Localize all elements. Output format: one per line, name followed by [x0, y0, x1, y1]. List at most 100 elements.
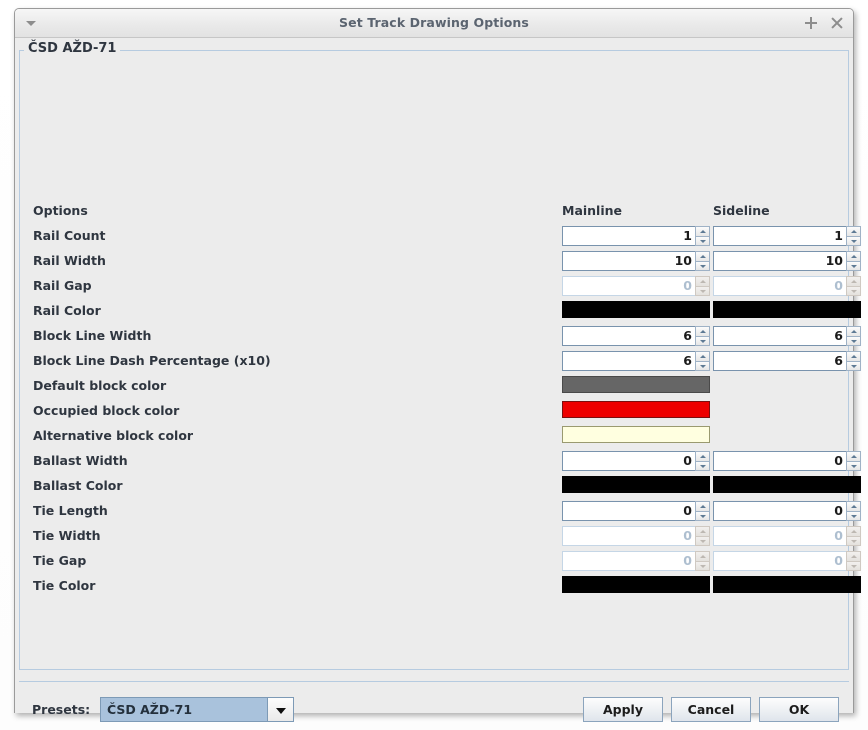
color-swatch-mainline[interactable]: [562, 401, 710, 418]
spinner-value[interactable]: 1: [713, 226, 846, 246]
spinner-up-button[interactable]: [695, 251, 710, 261]
option-label: Rail Color: [33, 298, 101, 323]
spinner-down-button[interactable]: [695, 461, 710, 471]
caret-down-icon: [851, 340, 857, 343]
spinner-up-button[interactable]: [846, 251, 861, 261]
spinner-down-button[interactable]: [846, 361, 861, 371]
dialog-window: Set Track Drawing Options ČSD AŽD-71 Opt…: [14, 8, 854, 713]
spinner-mainline[interactable]: 6: [562, 351, 710, 371]
spinner-up-button[interactable]: [846, 501, 861, 511]
spinner-buttons: [846, 351, 861, 371]
color-swatch-sideline[interactable]: [713, 301, 861, 318]
apply-button[interactable]: Apply: [583, 697, 663, 722]
ok-button[interactable]: OK: [759, 697, 839, 722]
spinner-value[interactable]: 0: [713, 451, 846, 471]
spinner-sideline[interactable]: 6: [713, 326, 861, 346]
field-cell-mainline: [562, 476, 710, 496]
spinner-mainline: 0: [562, 551, 710, 571]
field-cell-sideline: 0: [713, 276, 861, 296]
color-swatch-mainline[interactable]: [562, 476, 710, 493]
spinner-down-button[interactable]: [695, 261, 710, 271]
bottom-bar: Presets: ČSD AŽD-71 Apply Cancel OK: [15, 688, 853, 730]
spinner-sideline[interactable]: 0: [713, 501, 861, 521]
spinner-up-button[interactable]: [695, 451, 710, 461]
spinner-buttons: [695, 351, 710, 371]
spinner-down-button[interactable]: [846, 336, 861, 346]
spinner-down-button[interactable]: [846, 261, 861, 271]
color-swatch-sideline[interactable]: [713, 476, 861, 493]
field-cell-sideline: 6: [713, 351, 861, 371]
title-bar: Set Track Drawing Options: [15, 9, 853, 38]
option-row: Occupied block color: [15, 398, 845, 423]
spinner-down-button[interactable]: [695, 236, 710, 246]
option-row: Ballast Width00: [15, 448, 845, 473]
spinner-mainline[interactable]: 1: [562, 226, 710, 246]
field-cell-sideline: 10: [713, 251, 861, 271]
spinner-value[interactable]: 6: [713, 326, 846, 346]
spinner-up-button[interactable]: [846, 226, 861, 236]
spinner-value[interactable]: 0: [562, 501, 695, 521]
spinner-up-button[interactable]: [846, 451, 861, 461]
spinner-sideline[interactable]: 10: [713, 251, 861, 271]
presets-dropdown-button[interactable]: [268, 697, 294, 722]
spinner-down-button[interactable]: [695, 511, 710, 521]
option-row: Tie Length00: [15, 498, 845, 523]
spinner-sideline[interactable]: 1: [713, 226, 861, 246]
option-row: Rail Count 11: [15, 223, 845, 248]
caret-down-icon: [700, 265, 706, 268]
spinner-up-button[interactable]: [695, 226, 710, 236]
color-swatch-mainline[interactable]: [562, 376, 710, 393]
spinner-mainline[interactable]: 10: [562, 251, 710, 271]
color-swatch-mainline[interactable]: [562, 576, 710, 593]
presets-combobox[interactable]: ČSD AŽD-71: [100, 697, 294, 722]
spinner-sideline[interactable]: 0: [713, 451, 861, 471]
spinner-mainline[interactable]: 0: [562, 451, 710, 471]
maximize-button[interactable]: [804, 16, 818, 30]
spinner-up-button[interactable]: [846, 351, 861, 361]
spinner-value[interactable]: 6: [713, 351, 846, 371]
caret-down-icon: [700, 340, 706, 343]
field-cell-mainline: [562, 426, 710, 446]
spinner-up-button[interactable]: [695, 326, 710, 336]
caret-up-icon: [851, 280, 857, 283]
field-cell-sideline: 0: [713, 451, 861, 471]
spinner-value[interactable]: 1: [562, 226, 695, 246]
option-row: Block Line Dash Percentage (x10)66: [15, 348, 845, 373]
spinner-down-button[interactable]: [846, 236, 861, 246]
spinner-value[interactable]: 6: [562, 351, 695, 371]
color-swatch-mainline[interactable]: [562, 426, 710, 443]
spinner-mainline[interactable]: 6: [562, 326, 710, 346]
column-header-mainline: Mainline: [562, 198, 622, 223]
cancel-button[interactable]: Cancel: [671, 697, 751, 722]
field-cell-mainline: 0: [562, 501, 710, 521]
option-label: Tie Gap: [33, 548, 86, 573]
spinner-up-button[interactable]: [695, 351, 710, 361]
field-cell-mainline: 0: [562, 451, 710, 471]
option-row: Default block color: [15, 373, 845, 398]
window-controls: [804, 9, 844, 37]
color-swatch-mainline[interactable]: [562, 301, 710, 318]
spinner-buttons: [695, 451, 710, 471]
spinner-up-button: [846, 526, 861, 536]
caret-up-icon: [700, 455, 706, 458]
spinner-up-button[interactable]: [695, 501, 710, 511]
spinner-down-button[interactable]: [695, 336, 710, 346]
field-cell-mainline: 10: [562, 251, 710, 271]
color-swatch-sideline[interactable]: [713, 576, 861, 593]
spinner-sideline[interactable]: 6: [713, 351, 861, 371]
close-button[interactable]: [830, 16, 844, 30]
spinner-up-button: [695, 551, 710, 561]
spinner-down-button[interactable]: [846, 461, 861, 471]
spinner-value[interactable]: 6: [562, 326, 695, 346]
spinner-value[interactable]: 10: [713, 251, 846, 271]
field-cell-sideline: 0: [713, 526, 861, 546]
spinner-down-button[interactable]: [846, 511, 861, 521]
spinner-down-button[interactable]: [695, 361, 710, 371]
spinner-value[interactable]: 0: [562, 451, 695, 471]
spinner-value[interactable]: 10: [562, 251, 695, 271]
spinner-value[interactable]: 0: [713, 501, 846, 521]
spinner-mainline[interactable]: 0: [562, 501, 710, 521]
spinner-up-button[interactable]: [846, 326, 861, 336]
option-label: Rail Count: [33, 223, 106, 248]
option-row: Block Line Width66: [15, 323, 845, 348]
